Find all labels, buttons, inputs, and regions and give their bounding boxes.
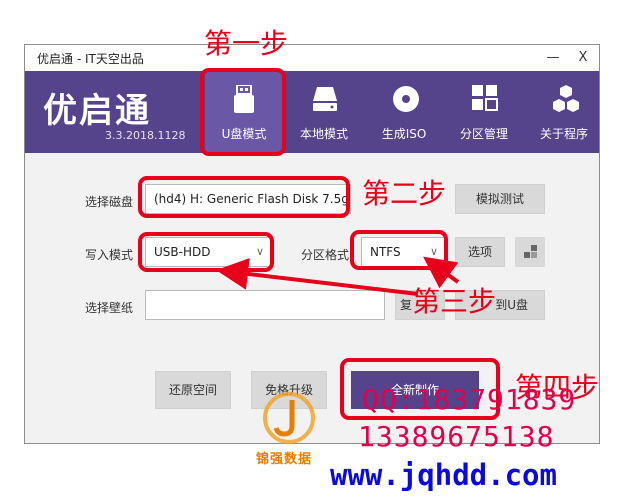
watermark-url: www.jqhdd.com	[330, 458, 557, 492]
step2-label: 第二步	[362, 177, 447, 210]
watermark-qq: QQ:183791839	[362, 383, 577, 416]
brand-logo-icon	[263, 392, 315, 444]
step3-label: 第三步	[412, 285, 497, 318]
watermark-phone: 13389675138	[358, 420, 555, 453]
brand-name: 锦强数据	[256, 452, 313, 467]
screenshot-stage: 优启通 - IT天空出品 — X 优启通 3.3.2018.1128 U盘模式	[0, 0, 640, 500]
arrow-to-write-mode	[216, 257, 419, 296]
step1-label: 第一步	[204, 27, 289, 60]
